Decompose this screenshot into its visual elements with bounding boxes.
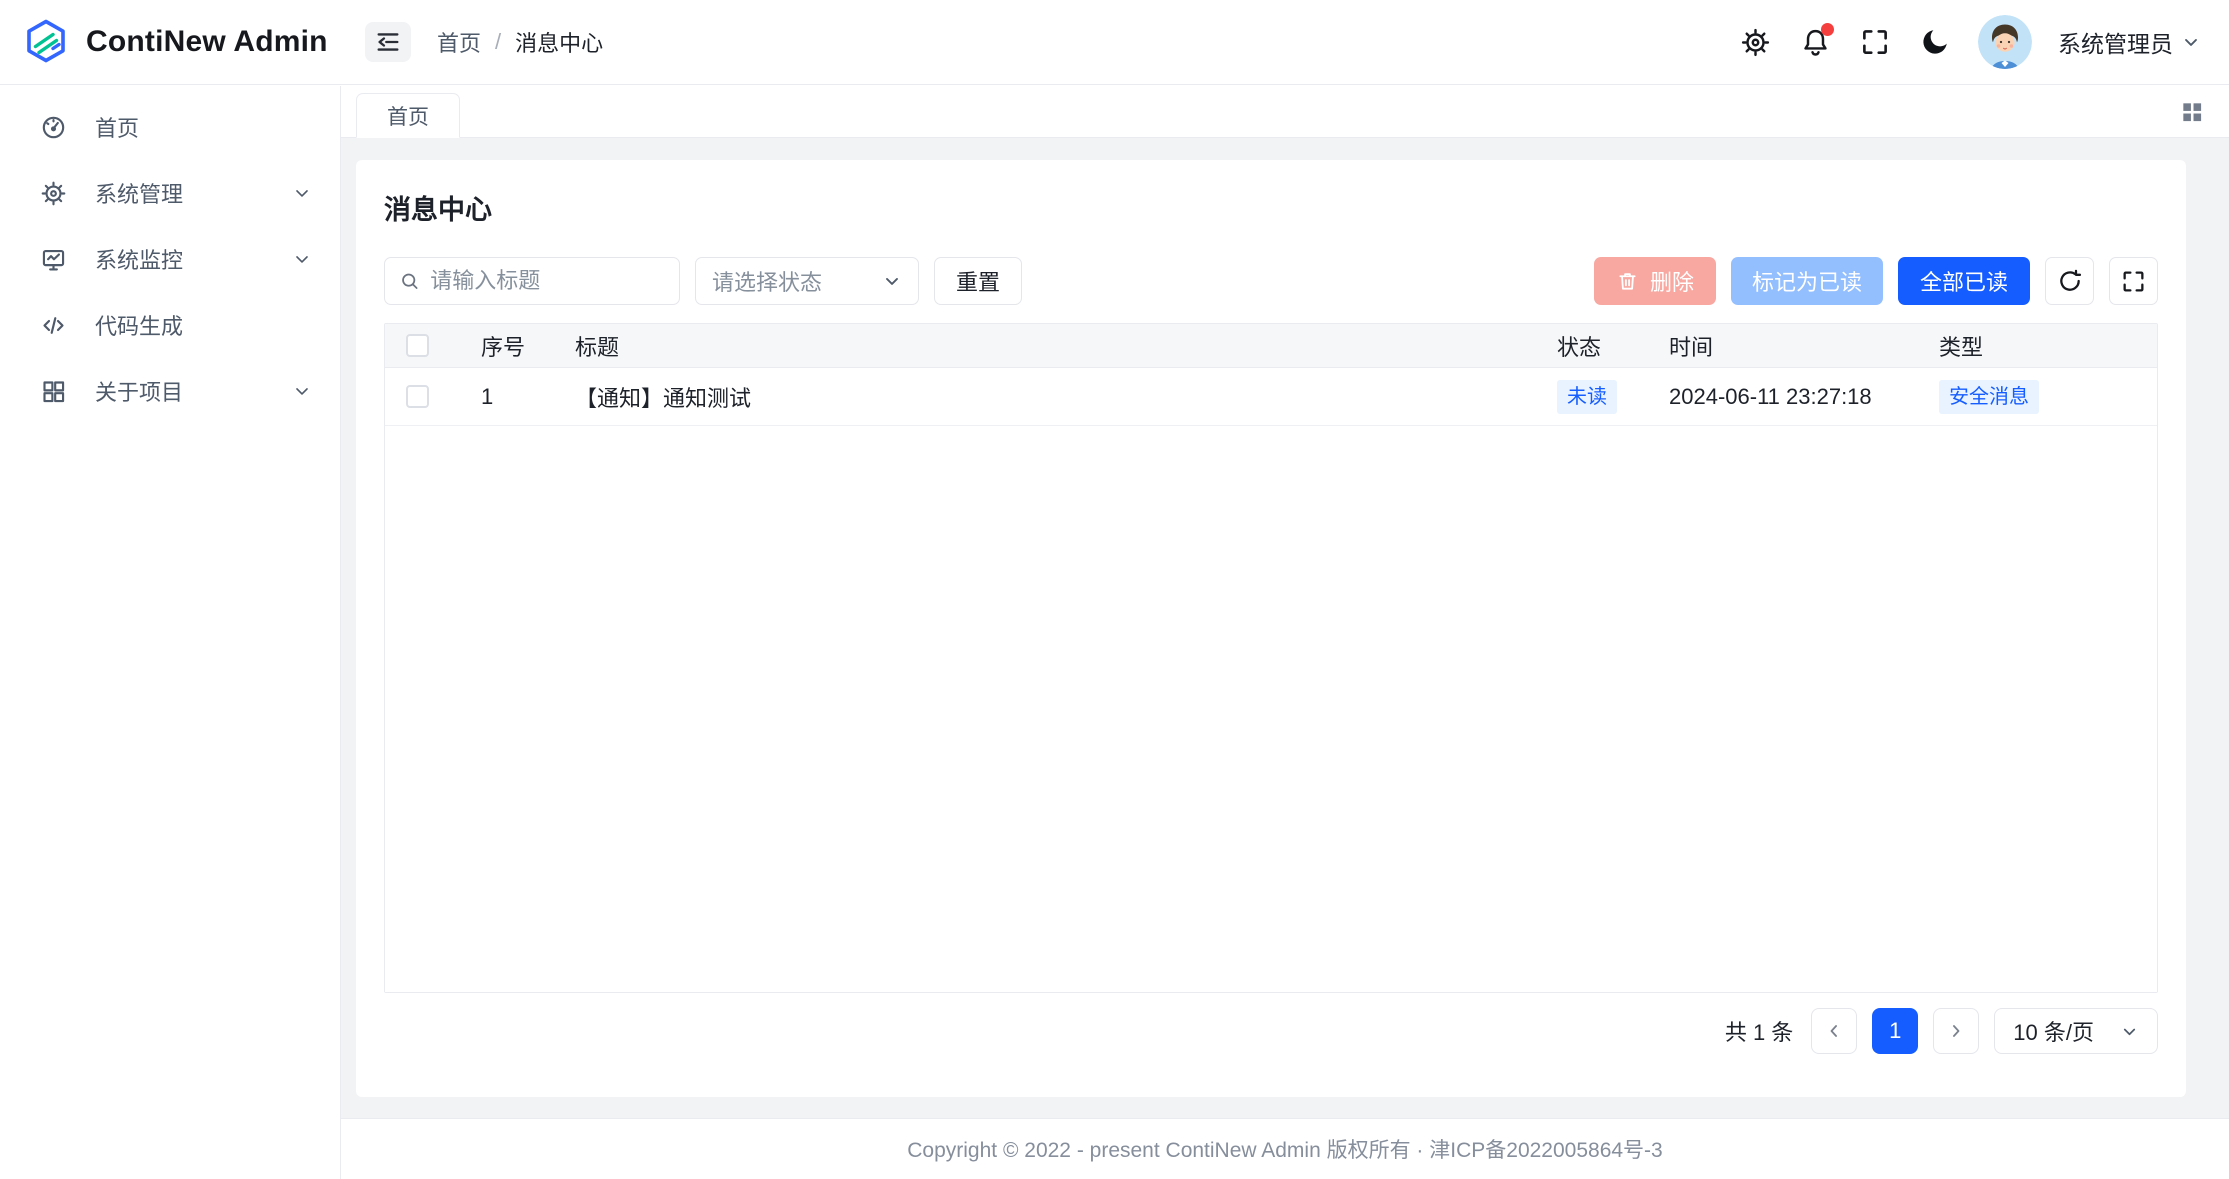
gear-icon (40, 180, 67, 207)
refresh-button[interactable] (2045, 257, 2094, 305)
notification-dot (1821, 23, 1834, 36)
apps-icon (40, 378, 67, 405)
column-header-title: 标题 (575, 330, 1557, 362)
breadcrumb-current: 消息中心 (515, 26, 603, 58)
sidebar-item-label: 系统管理 (95, 177, 264, 209)
delete-button[interactable]: 删除 (1594, 257, 1716, 305)
table-fullscreen-button[interactable] (2109, 257, 2158, 305)
user-name: 系统管理员 (2058, 25, 2173, 59)
page-size-select[interactable]: 10 条/页 (1994, 1008, 2158, 1054)
sidebar-item-label: 系统监控 (95, 243, 264, 275)
gear-icon[interactable] (1738, 25, 1772, 59)
next-page-button[interactable] (1933, 1008, 1979, 1054)
sidebar-item-home[interactable]: 首页 (0, 94, 340, 160)
delete-button-label: 删除 (1650, 265, 1694, 297)
main-area: 首页 消息中心 请选择状态 (341, 86, 2229, 1179)
monitor-icon (40, 246, 67, 273)
chevron-down-icon (2120, 1022, 2139, 1041)
sidebar-item-label: 首页 (95, 111, 312, 143)
sidebar-item-system-management[interactable]: 系统管理 (0, 160, 340, 226)
header-actions: 系统管理员 (1738, 15, 2229, 69)
code-icon (40, 312, 67, 339)
select-all-checkbox[interactable] (406, 334, 429, 357)
header-center: 首页 / 消息中心 (341, 22, 1738, 62)
menu-fold-button[interactable] (365, 22, 411, 62)
row-index: 1 (449, 384, 575, 410)
chevron-down-icon (882, 271, 902, 291)
page-number-1[interactable]: 1 (1872, 1008, 1918, 1054)
app-root: ContiNew Admin 首页 / 消息中心 (0, 0, 2229, 1179)
sidebar-item-system-monitor[interactable]: 系统监控 (0, 226, 340, 292)
footer: Copyright © 2022 - present ContiNew Admi… (341, 1118, 2229, 1179)
title-search-field[interactable] (384, 257, 680, 305)
chevron-down-icon (292, 381, 312, 401)
sidebar-item-code-generation[interactable]: 代码生成 (0, 292, 340, 358)
breadcrumb-home[interactable]: 首页 (437, 26, 481, 58)
sidebar-item-about-project[interactable]: 关于项目 (0, 358, 340, 424)
status-select-value: 请选择状态 (712, 265, 822, 297)
logo-area[interactable]: ContiNew Admin (0, 0, 341, 84)
dashboard-icon (40, 114, 67, 141)
pagination: 共 1 条 1 10 条/页 (384, 1008, 2158, 1054)
column-header-index: 序号 (449, 330, 575, 362)
tab-bar: 首页 (341, 86, 2229, 138)
sidebar-item-label: 代码生成 (95, 309, 312, 341)
refresh-icon (2057, 268, 2083, 294)
app-title: ContiNew Admin (86, 25, 328, 59)
table-empty-space (385, 426, 2157, 992)
sidebar: 首页 系统管理 系统监控 代码生成 关于项 (0, 86, 341, 1179)
status-badge: 未读 (1557, 380, 1617, 414)
fullscreen-icon (2121, 269, 2146, 294)
row-checkbox[interactable] (406, 385, 429, 408)
page-title: 消息中心 (384, 160, 2158, 227)
column-header-status: 状态 (1557, 330, 1669, 362)
table-row: 1 【通知】通知测试 未读 2024-06-11 23:27:18 安全消息 (385, 368, 2157, 426)
tab-grid-icon[interactable] (2179, 99, 2229, 125)
search-input[interactable] (430, 268, 665, 294)
sidebar-item-label: 关于项目 (95, 375, 264, 407)
chevron-down-icon (292, 249, 312, 269)
type-badge: 安全消息 (1939, 380, 2039, 414)
chevron-right-icon (1946, 1021, 1966, 1041)
message-table: 序号 标题 状态 时间 类型 1 【通知】通知测试 未读 2024-06-11 … (384, 323, 2158, 993)
message-center-card: 消息中心 请选择状态 重置 删除 (356, 160, 2186, 1097)
pagination-total: 共 1 条 (1725, 1015, 1793, 1047)
status-select[interactable]: 请选择状态 (695, 257, 919, 305)
mark-read-button[interactable]: 标记为已读 (1731, 257, 1883, 305)
bell-icon[interactable] (1798, 25, 1832, 59)
fullscreen-icon[interactable] (1858, 25, 1892, 59)
column-header-time: 时间 (1669, 330, 1939, 362)
row-time: 2024-06-11 23:27:18 (1669, 384, 1939, 410)
trash-icon (1616, 270, 1639, 293)
tab-home[interactable]: 首页 (356, 93, 460, 138)
prev-page-button[interactable] (1811, 1008, 1857, 1054)
chevron-down-icon (2181, 32, 2201, 52)
breadcrumb: 首页 / 消息中心 (437, 26, 603, 58)
moon-icon[interactable] (1918, 25, 1952, 59)
breadcrumb-separator: / (495, 29, 501, 55)
chevron-left-icon (1824, 1021, 1844, 1041)
all-read-button[interactable]: 全部已读 (1898, 257, 2030, 305)
column-header-type: 类型 (1939, 330, 2157, 362)
avatar[interactable] (1978, 15, 2032, 69)
search-icon (399, 269, 420, 293)
page-size-value: 10 条/页 (2013, 1015, 2094, 1047)
table-header: 序号 标题 状态 时间 类型 (385, 324, 2157, 368)
reset-button[interactable]: 重置 (934, 257, 1022, 305)
toolbar: 请选择状态 重置 删除 标记为已读 全部已读 (384, 257, 2158, 305)
row-title: 【通知】通知测试 (575, 381, 1557, 413)
app-header: ContiNew Admin 首页 / 消息中心 (0, 0, 2229, 85)
logo-icon (22, 18, 70, 66)
chevron-down-icon (292, 183, 312, 203)
user-menu[interactable]: 系统管理员 (2058, 25, 2201, 59)
copyright-text: Copyright © 2022 - present ContiNew Admi… (907, 1134, 1662, 1164)
tab-label: 首页 (387, 101, 429, 131)
